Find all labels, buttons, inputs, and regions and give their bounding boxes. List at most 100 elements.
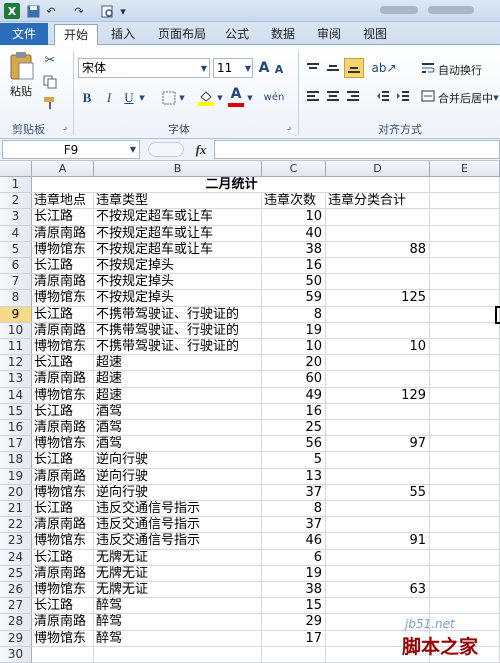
grid-cell[interactable] xyxy=(326,258,430,275)
grid-cell[interactable]: 长江路 xyxy=(32,209,94,226)
undo-icon[interactable]: ↶ xyxy=(44,3,58,19)
column-title-cell[interactable]: 违章分类合计 xyxy=(326,193,430,210)
grid-cell[interactable]: 37 xyxy=(262,484,326,501)
grid-cell[interactable]: 无牌无证 xyxy=(94,582,262,599)
grid-cell[interactable]: 清原南路 xyxy=(32,274,94,291)
decrease-indent-icon[interactable] xyxy=(374,87,392,105)
grid-cell[interactable]: 清原南路 xyxy=(32,420,94,437)
grid-cell[interactable]: 97 xyxy=(326,436,430,453)
row-header[interactable]: 27 xyxy=(0,598,32,615)
grid-cell[interactable]: 醉驾 xyxy=(94,630,262,647)
row-header[interactable]: 15 xyxy=(0,403,32,420)
grid-cell[interactable]: 清原南路 xyxy=(32,614,94,631)
grid-cell[interactable]: 博物馆东 xyxy=(32,241,94,258)
grid-cell[interactable] xyxy=(326,274,430,291)
paste-icon[interactable] xyxy=(8,51,36,81)
grid-cell[interactable]: 长江路 xyxy=(32,258,94,275)
grid-cell[interactable]: 违反交通信号指示 xyxy=(94,501,262,518)
grid-cell[interactable]: 不按规定超车或让车 xyxy=(94,241,262,258)
underline-dropdown-icon[interactable]: ▼ xyxy=(138,91,146,105)
row-header[interactable]: 9 xyxy=(0,306,32,323)
phonetic-guide-icon[interactable]: wén xyxy=(262,87,286,107)
increase-indent-icon[interactable] xyxy=(394,87,412,105)
grid-cell[interactable]: 长江路 xyxy=(32,355,94,372)
grid-cell[interactable]: 无牌无证 xyxy=(94,549,262,566)
grid-cell[interactable] xyxy=(430,193,500,210)
redo-icon[interactable]: ↷ xyxy=(72,3,86,19)
grid-cell[interactable]: 博物馆东 xyxy=(32,484,94,501)
row-header[interactable]: 10 xyxy=(0,322,32,339)
cut-icon[interactable]: ✂ xyxy=(42,52,58,68)
grid-cell[interactable]: 长江路 xyxy=(32,452,94,469)
grid-cell[interactable] xyxy=(262,646,326,663)
grid-cell[interactable]: 10 xyxy=(262,339,326,356)
grid-cell[interactable] xyxy=(430,403,500,420)
grid-cell[interactable]: 10 xyxy=(326,339,430,356)
grid-cell[interactable]: 29 xyxy=(262,614,326,631)
grid-cell[interactable] xyxy=(326,209,430,226)
row-header[interactable]: 8 xyxy=(0,290,32,307)
borders-icon[interactable] xyxy=(160,89,178,107)
row-header[interactable]: 14 xyxy=(0,387,32,404)
select-all-corner[interactable] xyxy=(0,161,32,177)
grid-cell[interactable] xyxy=(430,436,500,453)
formula-input[interactable] xyxy=(214,140,500,159)
grid-cell[interactable] xyxy=(326,355,430,372)
grid-cell[interactable]: 19 xyxy=(262,322,326,339)
borders-dropdown-icon[interactable]: ▼ xyxy=(178,91,186,105)
grid-cell[interactable]: 长江路 xyxy=(32,501,94,518)
row-header[interactable]: 22 xyxy=(0,517,32,534)
grid-cell[interactable]: 40 xyxy=(262,225,326,242)
grid-cell[interactable] xyxy=(430,355,500,372)
grid-cell[interactable]: 长江路 xyxy=(32,306,94,323)
grid-cell[interactable] xyxy=(326,565,430,582)
column-title-cell[interactable]: 违章类型 xyxy=(94,193,262,210)
grid-cell[interactable]: 不按规定超车或让车 xyxy=(94,225,262,242)
font-name-field[interactable]: 宋体 xyxy=(78,58,210,78)
align-center-icon[interactable] xyxy=(324,87,342,105)
grid-cell[interactable]: 59 xyxy=(262,290,326,307)
row-header[interactable]: 11 xyxy=(0,339,32,356)
grid-cell[interactable] xyxy=(430,306,500,323)
fill-color-icon[interactable] xyxy=(196,87,216,107)
grid-cell[interactable] xyxy=(326,322,430,339)
grid-cell[interactable]: 125 xyxy=(326,290,430,307)
grid-cell[interactable]: 6 xyxy=(262,549,326,566)
tab-review[interactable]: 审阅 xyxy=(310,24,348,45)
grid-cell[interactable]: 醉驾 xyxy=(94,598,262,615)
merge-center-icon[interactable] xyxy=(420,87,436,105)
column-header-c[interactable]: C xyxy=(262,161,326,177)
grid-cell[interactable]: 酒驾 xyxy=(94,436,262,453)
grid-cell[interactable] xyxy=(326,452,430,469)
grid-cell[interactable]: 博物馆东 xyxy=(32,387,94,404)
grid-cell[interactable]: 逆向行驶 xyxy=(94,484,262,501)
grid-cell[interactable]: 博物馆东 xyxy=(32,533,94,550)
row-header[interactable]: 20 xyxy=(0,484,32,501)
align-bottom-icon[interactable] xyxy=(344,58,364,78)
bold-button[interactable]: B xyxy=(80,89,94,107)
row-header[interactable]: 7 xyxy=(0,274,32,291)
merge-center-dropdown-icon[interactable]: ▼ xyxy=(492,91,500,105)
grid-cell[interactable]: 博物馆东 xyxy=(32,582,94,599)
grid-cell[interactable] xyxy=(430,258,500,275)
grid-cell[interactable]: 60 xyxy=(262,371,326,388)
row-header[interactable]: 3 xyxy=(0,209,32,226)
orientation-icon[interactable]: ab↗ xyxy=(371,59,396,77)
tab-page-layout[interactable]: 页面布局 xyxy=(150,24,214,45)
tab-formulas[interactable]: 公式 xyxy=(218,24,256,45)
grid-cell[interactable]: 逆向行驶 xyxy=(94,468,262,485)
grid-cell[interactable]: 超速 xyxy=(94,371,262,388)
grid-cell[interactable]: 长江路 xyxy=(32,549,94,566)
grid-cell[interactable] xyxy=(430,339,500,356)
grid-cell[interactable]: 超速 xyxy=(94,387,262,404)
column-header-b[interactable]: B xyxy=(94,161,262,177)
grid-cell[interactable] xyxy=(430,241,500,258)
grid-cell[interactable] xyxy=(430,549,500,566)
customize-qa-dropdown[interactable]: ▾ xyxy=(118,3,128,19)
grid-cell[interactable] xyxy=(326,371,430,388)
grid-cell[interactable]: 违反交通信号指示 xyxy=(94,533,262,550)
row-header[interactable]: 17 xyxy=(0,436,32,453)
grid-cell[interactable] xyxy=(326,306,430,323)
grid-cell[interactable] xyxy=(430,582,500,599)
align-right-icon[interactable] xyxy=(344,87,362,105)
